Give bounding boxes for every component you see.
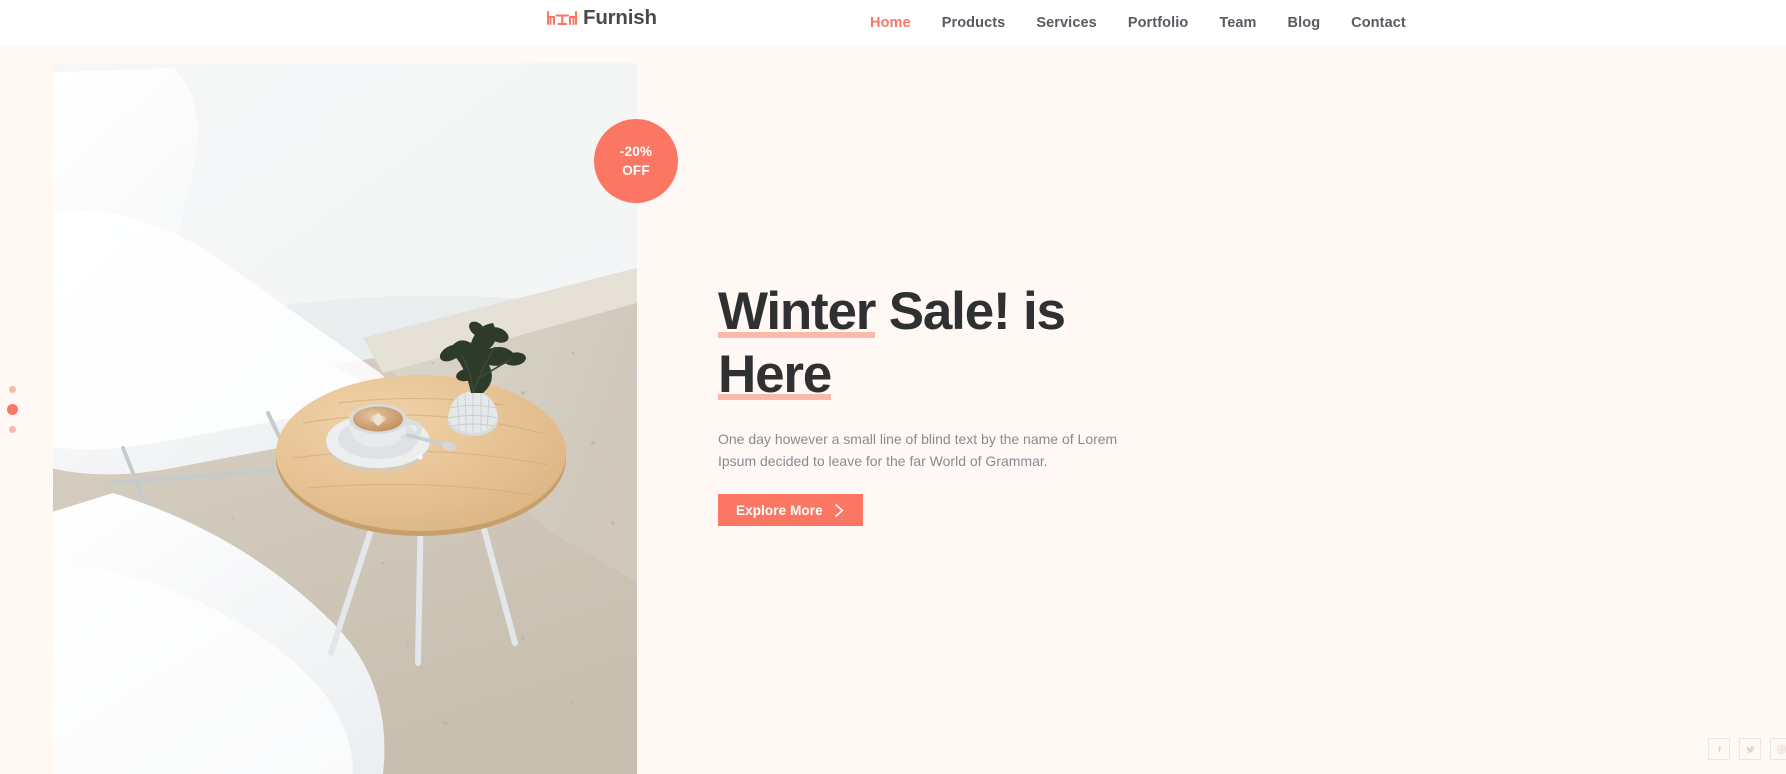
hero-section: -20% OFF Winter Sale! is Here One day ho… [0,46,1786,774]
discount-percent: -20% [619,144,653,159]
main-navigation: Home Products Services Portfolio Team Bl… [870,0,1406,46]
hero-subtitle: One day however a small line of blind te… [718,431,1118,469]
hero-title-middle: Sale! is [875,282,1066,341]
brand-logo[interactable]: Furnish [545,6,657,30]
instagram-icon [1776,744,1786,754]
slider-dot-1[interactable] [8,386,16,393]
nav-item-team[interactable]: Team [1219,15,1256,31]
hero-content: Winter Sale! is Here One day however a s… [718,281,1188,527]
social-link-facebook[interactable] [1708,738,1730,760]
nav-item-home[interactable]: Home [870,15,911,31]
nav-item-portfolio[interactable]: Portfolio [1128,15,1189,31]
table-chairs-icon [545,6,579,30]
twitter-icon [1745,745,1755,753]
nav-item-contact[interactable]: Contact [1351,15,1406,31]
slider-dot-3[interactable] [8,426,16,433]
nav-item-products[interactable]: Products [942,15,1006,31]
brand-name: Furnish [583,5,657,29]
nav-item-blog[interactable]: Blog [1288,15,1321,31]
explore-more-button[interactable]: Explore More [718,494,863,527]
facebook-icon [1717,745,1721,752]
hero-slider-dots [4,386,20,433]
discount-off-label: OFF [622,162,650,178]
discount-badge[interactable]: -20% OFF [594,119,678,203]
explore-more-label: Explore More [736,502,823,518]
social-links [1708,738,1786,760]
social-link-twitter[interactable] [1739,738,1761,760]
social-link-instagram[interactable] [1770,738,1786,760]
hero-title-highlight-2: Here [718,344,832,407]
hero-title-highlight-1: Winter [718,281,876,344]
chevron-right-icon [834,504,845,517]
nav-item-services[interactable]: Services [1036,15,1096,31]
site-header: Furnish Home Products Services Portfolio… [0,0,1786,46]
hero-image [53,63,637,774]
slider-dot-2[interactable] [6,404,18,415]
hero-title: Winter Sale! is Here [718,281,1188,406]
